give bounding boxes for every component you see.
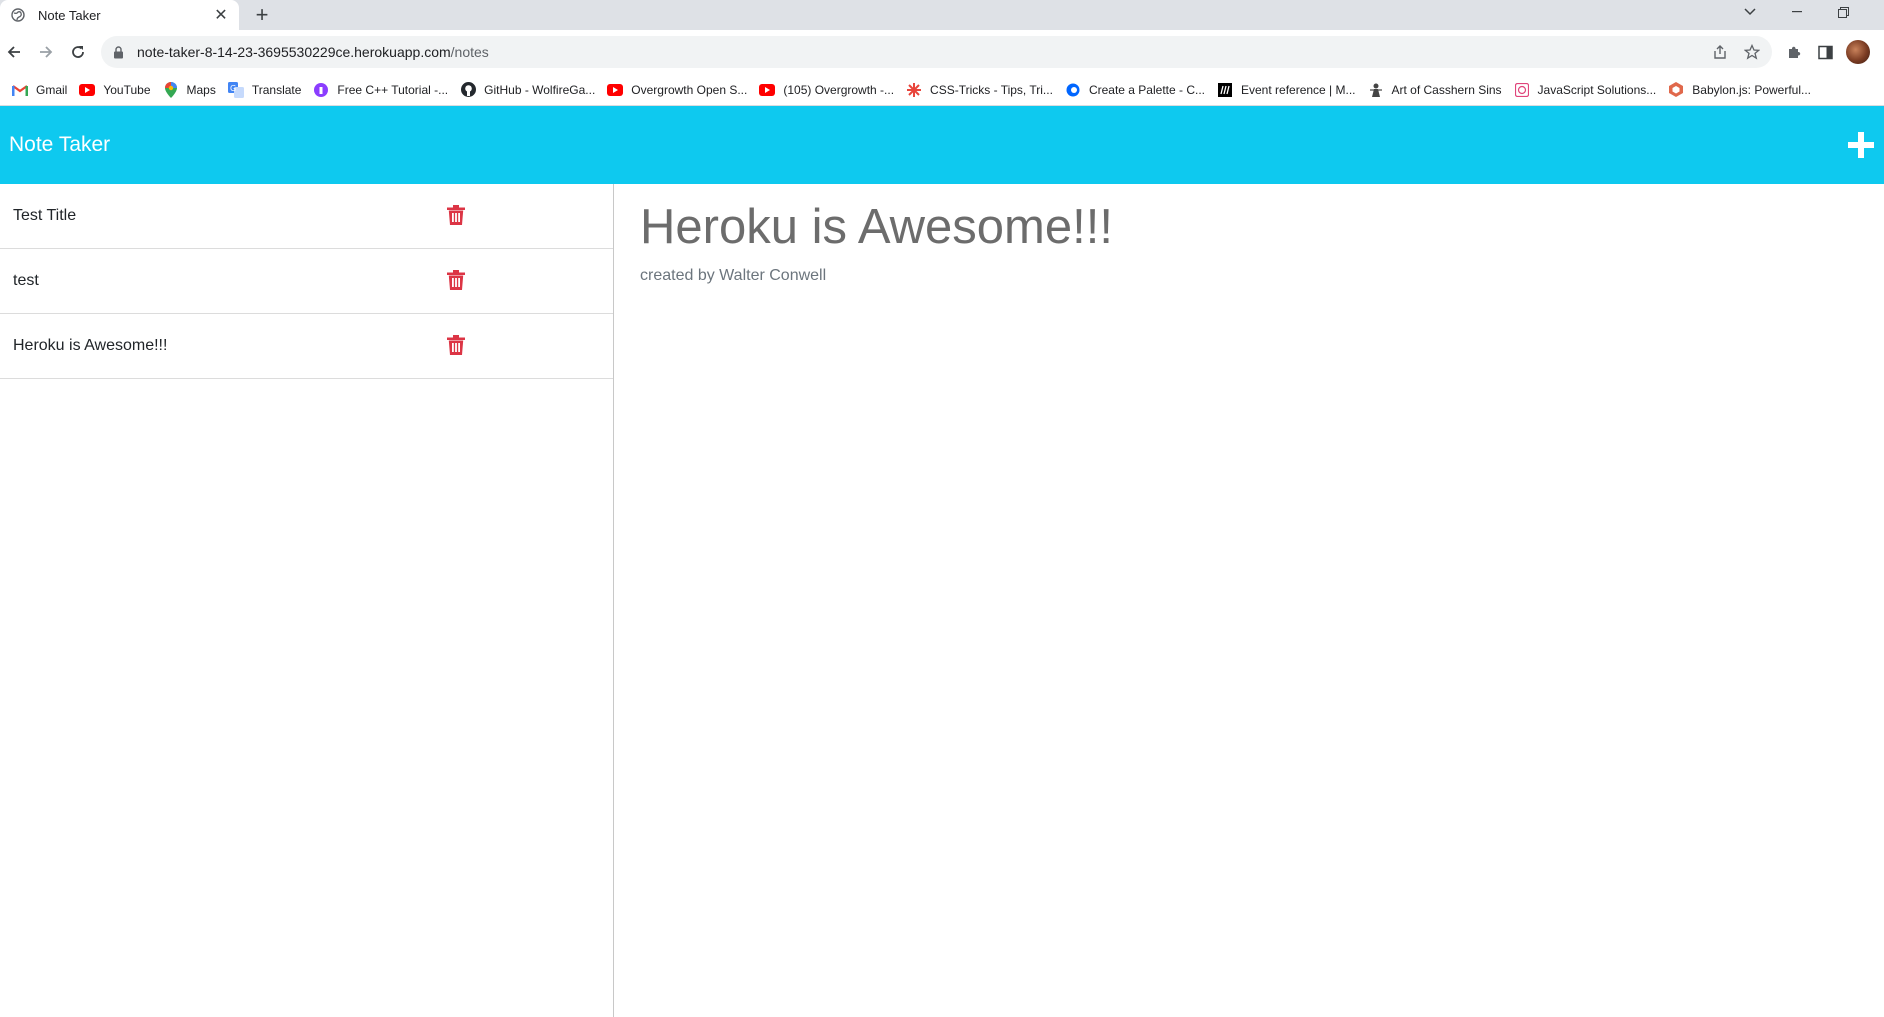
brand-title[interactable]: Note Taker [9, 133, 110, 157]
bookmark-label: Babylon.js: Powerful... [1692, 82, 1812, 97]
lock-icon[interactable] [111, 45, 125, 59]
minimize-icon[interactable] [1779, 0, 1815, 24]
url-path: /notes [450, 44, 489, 60]
note-list-item[interactable]: test [0, 249, 613, 314]
bookmark-gmail[interactable]: Gmail [6, 77, 73, 103]
bookmark-overgrowth-video[interactable]: (105) Overgrowth -... [753, 77, 900, 103]
bookmark-star-icon[interactable] [1740, 40, 1764, 64]
note-list-item[interactable]: Heroku is Awesome!!! [0, 314, 613, 379]
maps-icon [163, 81, 179, 98]
bookmark-label: CSS-Tricks - Tips, Tri... [930, 82, 1053, 97]
app-body: Test Title test Heroku is Awesome!!! Her… [0, 184, 1884, 1017]
bookmark-github[interactable]: GitHub - WolfireGa... [454, 77, 601, 103]
svg-text:G: G [230, 84, 236, 93]
forward-arrow-icon[interactable] [32, 38, 60, 66]
trash-icon[interactable] [447, 205, 465, 225]
bookmark-label: Free C++ Tutorial -... [337, 82, 449, 97]
browser-tab[interactable]: Note Taker ✕ [0, 0, 239, 30]
close-icon[interactable]: ✕ [213, 7, 229, 24]
bookmark-javascript-solutions[interactable]: JavaScript Solutions... [1508, 77, 1663, 103]
side-panel-icon[interactable] [1811, 38, 1839, 66]
globe-icon [10, 7, 26, 23]
bookmark-translate[interactable]: G Translate [222, 77, 308, 103]
bookmark-label: Translate [251, 82, 302, 97]
note-title: test [13, 272, 39, 289]
address-bar[interactable]: note-taker-8-14-23-3695530229ce.herokuap… [101, 36, 1772, 68]
note-title: Test Title [13, 207, 77, 224]
bookmark-label: Event reference | M... [1241, 82, 1356, 97]
youtube-icon [79, 82, 96, 98]
new-tab-icon[interactable]: + [250, 2, 274, 27]
bookmark-label: JavaScript Solutions... [1537, 82, 1657, 97]
restore-icon[interactable] [1825, 0, 1861, 24]
note-list-item[interactable]: Test Title [0, 184, 613, 249]
plus-icon[interactable] [1847, 131, 1875, 159]
bookmark-event-reference[interactable]: Event reference | M... [1211, 77, 1362, 103]
youtube-icon [759, 82, 776, 98]
tab-search-icon[interactable] [1732, 0, 1768, 24]
bookmark-label: GitHub - WolfireGa... [484, 82, 596, 97]
bookmark-youtube[interactable]: YouTube [73, 77, 156, 103]
note-list: Test Title test Heroku is Awesome!!! [0, 184, 614, 1017]
app-navbar: Note Taker [0, 106, 1884, 184]
bookmark-label: Gmail [36, 82, 68, 97]
bookmark-cpp-tutorial[interactable]: Free C++ Tutorial -... [307, 77, 454, 103]
gmail-icon [12, 82, 28, 98]
tab-strip: Note Taker ✕ + [0, 0, 1884, 30]
url-host: note-taker-8-14-23-3695530229ce.herokuap… [137, 44, 451, 60]
babylon-icon [1668, 82, 1684, 98]
bookmark-create-palette[interactable]: Create a Palette - C... [1059, 77, 1211, 103]
note-view-text[interactable]: created by Walter Conwell [640, 267, 1840, 285]
css-tricks-icon [906, 82, 922, 98]
trash-icon[interactable] [447, 270, 465, 290]
youtube-icon [607, 82, 624, 98]
bookmark-label: (105) Overgrowth -... [783, 82, 895, 97]
profile-avatar[interactable] [1846, 40, 1870, 64]
extensions-icon[interactable] [1780, 38, 1808, 66]
bookmark-css-tricks[interactable]: CSS-Tricks - Tips, Tri... [900, 77, 1059, 103]
note-title: Heroku is Awesome!!! [13, 337, 168, 354]
bookmark-babylonjs[interactable]: Babylon.js: Powerful... [1662, 77, 1817, 103]
art-icon [1368, 82, 1384, 98]
note-view: Heroku is Awesome!!! created by Walter C… [640, 198, 1840, 285]
translate-icon: G [227, 81, 244, 98]
js-solutions-icon [1514, 82, 1530, 98]
course-icon [313, 82, 329, 98]
bookmark-label: Maps [186, 82, 216, 97]
bookmark-label: YouTube [103, 82, 151, 97]
bookmark-maps[interactable]: Maps [157, 77, 222, 103]
coolors-icon [1065, 82, 1081, 98]
tab-title: Note Taker [38, 7, 101, 23]
mdn-icon [1217, 82, 1233, 98]
bookmark-overgrowth-open-source[interactable]: Overgrowth Open S... [601, 77, 753, 103]
github-icon [460, 82, 476, 98]
bookmarks-bar: Gmail YouTube Maps G Translate Free C++ … [0, 74, 1884, 106]
bookmark-label: Art of Casshern Sins [1391, 82, 1502, 97]
bookmark-label: Overgrowth Open S... [631, 82, 748, 97]
bookmark-art-of-casshern[interactable]: Art of Casshern Sins [1362, 77, 1508, 103]
back-arrow-icon[interactable] [0, 38, 28, 66]
browser-toolbar: note-taker-8-14-23-3695530229ce.herokuap… [0, 30, 1884, 74]
reload-icon[interactable] [64, 38, 92, 66]
note-view-title[interactable]: Heroku is Awesome!!! [640, 198, 1840, 257]
bookmark-label: Create a Palette - C... [1088, 82, 1205, 97]
trash-icon[interactable] [447, 335, 465, 355]
share-icon[interactable] [1708, 40, 1732, 64]
